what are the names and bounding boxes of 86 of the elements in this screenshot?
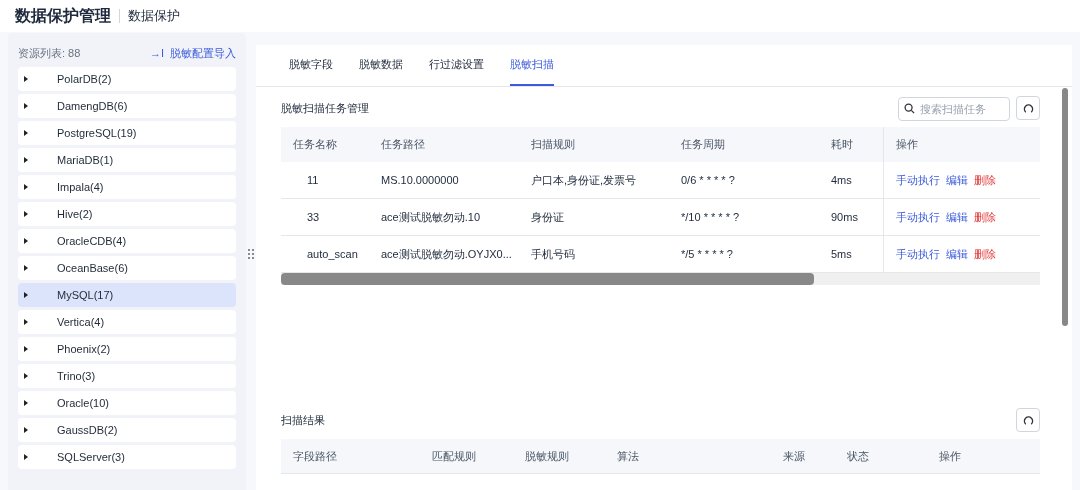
page-title: 数据保护管理 <box>15 6 111 26</box>
expand-arrow-icon <box>24 103 28 109</box>
table-cell-text: MS.10.0000000 <box>381 172 460 188</box>
sidebar-item[interactable]: PolarDB(2) <box>18 67 236 91</box>
expand-arrow-icon <box>24 76 28 82</box>
delete-link[interactable]: 删除 <box>974 208 996 226</box>
expand-arrow-icon <box>24 400 28 406</box>
expand-arrow-icon <box>24 211 28 217</box>
search-field[interactable]: 搜索扫描任务 <box>898 97 1010 121</box>
section-title: 脱敏扫描任务管理 <box>281 100 370 116</box>
tab[interactable]: 行过滤设置 <box>429 44 484 86</box>
column-header: 字段路径 <box>292 448 338 464</box>
delete-link[interactable]: 删除 <box>974 171 996 189</box>
column-header: 耗时 <box>831 137 854 153</box>
sidebar-item[interactable]: PostgreSQL(19) <box>18 121 236 145</box>
column-header: 匹配规则 <box>432 448 477 464</box>
table-cell-text: 户口本,身份证,发票号 <box>531 172 638 188</box>
resource-count: 资源列表: 88 <box>18 45 81 61</box>
table-cell-text: 手机号码 <box>531 246 576 262</box>
table-cell-text: 11 <box>306 172 320 188</box>
refresh-button[interactable] <box>1016 408 1040 432</box>
expand-arrow-icon <box>24 157 28 163</box>
edit-link[interactable]: 编辑 <box>946 171 968 189</box>
sidebar-item[interactable]: SQLServer(3) <box>18 445 236 469</box>
run-link[interactable]: 手动执行 <box>896 208 940 226</box>
expand-arrow-icon <box>24 427 28 433</box>
table-cell-text: ace测试脱敏勿动.10 <box>381 209 482 225</box>
column-header: 任务名称 <box>292 137 338 153</box>
sidebar-item[interactable]: MySQL(17) <box>18 283 236 307</box>
table-cell-text: */5 * * * * ? <box>681 246 734 262</box>
run-link[interactable]: 手动执行 <box>896 245 940 263</box>
table-cell-text: ace测试脱敏勿动.OYJX0... <box>381 246 513 262</box>
column-header: 脱敏规则 <box>525 448 570 464</box>
table-cell-text: */10 * * * * ? <box>681 209 741 225</box>
table-cell-text: 33 <box>306 209 321 225</box>
section-title: 扫描结果 <box>281 412 326 428</box>
tab[interactable]: 脱敏字段 <box>289 44 333 86</box>
column-header: 扫描规则 <box>531 137 576 153</box>
column-header: 算法 <box>617 448 640 464</box>
horizontal-scrollbar[interactable] <box>281 273 1040 285</box>
import-link[interactable]: →I 脱敏配置导入 <box>149 44 236 62</box>
table-cell-text: 4ms <box>831 172 853 188</box>
run-link[interactable]: 手动执行 <box>896 171 940 189</box>
expand-arrow-icon <box>24 319 28 325</box>
table-cell-text: auto_scan <box>306 246 359 262</box>
sidebar-item[interactable]: Phoenix(2) <box>18 337 236 361</box>
expand-arrow-icon <box>24 454 28 460</box>
column-header: 状态 <box>847 448 870 464</box>
refresh-icon <box>1022 102 1034 114</box>
edit-link[interactable]: 编辑 <box>946 245 968 263</box>
column-header: 任务周期 <box>681 137 726 153</box>
table-cell-text: 5ms <box>831 246 853 262</box>
table-cell-text: 90ms <box>831 209 859 225</box>
page-subtitle: 数据保护 <box>128 7 180 26</box>
table-cell-text: 身份证 <box>531 209 565 225</box>
sidebar-item[interactable]: Vertica(4) <box>18 310 236 334</box>
sidebar-item[interactable]: OceanBase(6) <box>18 256 236 280</box>
sidebar-item[interactable]: OracleCDB(4) <box>18 229 236 253</box>
delete-link[interactable]: 删除 <box>974 245 996 263</box>
column-header: 操作 <box>939 448 962 464</box>
refresh-icon <box>1022 414 1034 426</box>
sidebar-item[interactable]: Hive(2) <box>18 202 236 226</box>
expand-arrow-icon <box>24 130 28 136</box>
column-header: 来源 <box>783 448 806 464</box>
sidebar-item[interactable]: Impala(4) <box>18 175 236 199</box>
table-cell-text: 0/6 * * * * ? <box>681 172 736 188</box>
drag-handle-icon[interactable] <box>248 249 254 259</box>
expand-arrow-icon <box>24 184 28 190</box>
sidebar-item[interactable]: Trino(3) <box>18 364 236 388</box>
edit-link[interactable]: 编辑 <box>946 208 968 226</box>
expand-arrow-icon <box>24 238 28 244</box>
sidebar-item[interactable]: Oracle(10) <box>18 391 236 415</box>
sidebar-item[interactable]: DamengDB(6) <box>18 94 236 118</box>
column-header: 任务路径 <box>381 137 426 153</box>
expand-arrow-icon <box>24 292 28 298</box>
tab[interactable]: 脱敏扫描 <box>510 44 554 86</box>
search-icon <box>904 103 915 114</box>
column-header: 操作 <box>883 127 1040 162</box>
expand-arrow-icon <box>24 346 28 352</box>
refresh-button[interactable] <box>1016 96 1040 120</box>
sidebar-item[interactable]: MariaDB(1) <box>18 148 236 172</box>
tab[interactable]: 脱敏数据 <box>359 44 403 86</box>
expand-arrow-icon <box>24 373 28 379</box>
vertical-scrollbar[interactable] <box>1062 88 1068 326</box>
expand-arrow-icon <box>24 265 28 271</box>
sidebar-item[interactable]: GaussDB(2) <box>18 418 236 442</box>
